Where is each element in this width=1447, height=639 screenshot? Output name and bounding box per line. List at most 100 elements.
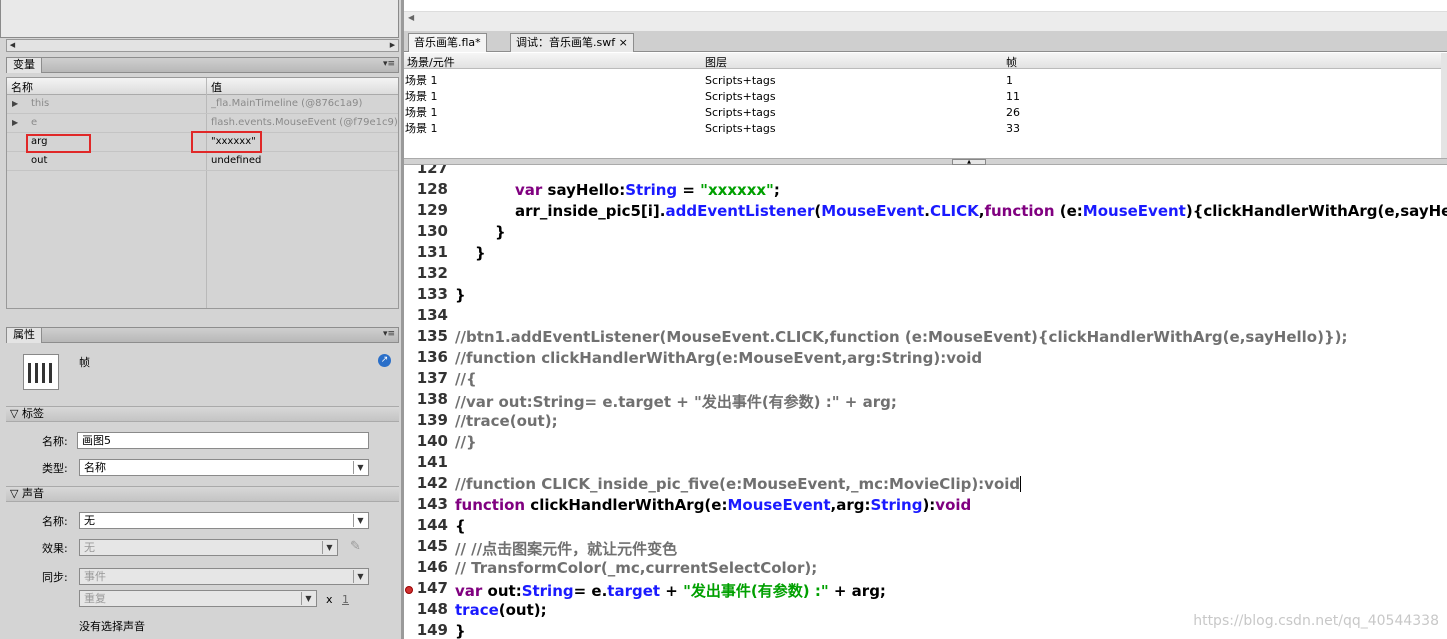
line-number[interactable]: 142 <box>404 474 448 492</box>
repeat-count[interactable]: 1 <box>342 593 349 606</box>
editor-area: ◀ 音乐画笔.fla* 调试：音乐画笔.swf × 场景/元件 图层 帧 场景 … <box>404 0 1447 639</box>
line-number[interactable]: 143 <box>404 495 448 513</box>
variable-row-this[interactable]: ▶ this _fla.MainTimeline (@876c1a9) <box>7 95 398 114</box>
code-line: trace(out); <box>455 601 547 619</box>
scroll-right-arrow-icon[interactable]: ▶ <box>387 40 398 51</box>
scroll-left-arrow-icon[interactable]: ◀ <box>7 40 18 51</box>
line-number[interactable]: 127 <box>404 165 448 177</box>
line-number[interactable]: 131 <box>404 243 448 261</box>
cell-layer: Scripts+tags <box>705 122 776 135</box>
variable-value: _fla.MainTimeline (@876c1a9) <box>211 98 363 109</box>
line-number[interactable]: 146 <box>404 558 448 576</box>
cell-layer: Scripts+tags <box>705 106 776 119</box>
variable-row-out[interactable]: out undefined <box>7 152 398 171</box>
code-line: var sayHello:String = "xxxxxx"; <box>515 181 780 199</box>
document-tabs: 音乐画笔.fla* 调试：音乐画笔.swf × <box>404 31 1447 52</box>
collapse-arrow-icon[interactable]: ◀ <box>408 13 414 22</box>
label-section-header[interactable]: ▽ 标签 <box>6 406 399 422</box>
tab-fla-document[interactable]: 音乐画笔.fla* <box>408 33 487 52</box>
frame-name-input[interactable]: 画图5 <box>77 432 369 449</box>
line-number[interactable]: 133 <box>404 285 448 303</box>
line-number-gutter: 127 128 129 130 131 132 133 134 135 136 137 138 139 1… <box>404 165 451 639</box>
code-line: } <box>475 244 486 262</box>
breakpoint-table-header: 场景/元件 图层 帧 <box>404 53 1447 69</box>
panel-menu-icon[interactable]: ▾≡ <box>383 329 395 339</box>
line-number[interactable]: 148 <box>404 600 448 618</box>
tab-debug-swf[interactable]: 调试：音乐画笔.swf × <box>510 33 634 52</box>
line-number[interactable]: 149 <box>404 621 448 639</box>
sync-select: 事件 ▼ <box>79 568 369 585</box>
code-line: function clickHandlerWithArg(e:MouseEven… <box>455 496 972 514</box>
top-left-blank-panel <box>0 0 399 38</box>
table-scrollbar[interactable] <box>1441 53 1447 158</box>
type-label: 类型: <box>42 462 68 475</box>
expand-arrow-icon[interactable]: ▶ <box>12 114 18 131</box>
line-number[interactable]: 141 <box>404 453 448 471</box>
line-number[interactable]: 139 <box>404 411 448 429</box>
tab-properties[interactable]: 属性 <box>7 328 42 343</box>
line-number[interactable]: 136 <box>404 348 448 366</box>
code-line: // //点击图案元件，就让元件变色 <box>455 540 678 558</box>
section-title: 声音 <box>21 487 44 500</box>
sound-section-header[interactable]: ▽ 声音 <box>6 486 399 502</box>
frame-icon <box>23 354 59 390</box>
select-value: 事件 <box>84 570 106 583</box>
effect-label: 效果: <box>42 542 68 555</box>
top-strip-toolbar <box>404 12 1447 31</box>
tab-label: 音乐画笔.fla* <box>414 36 481 49</box>
cell-scene: 场景 1 <box>405 106 438 119</box>
code-line: { <box>455 517 466 535</box>
horizontal-scrollbar[interactable]: ◀ ▶ <box>6 39 399 52</box>
sound-name-select[interactable]: 无 ▼ <box>79 512 369 529</box>
code-line: //trace(out); <box>455 412 558 430</box>
line-number[interactable]: 128 <box>404 180 448 198</box>
variable-name: out <box>31 155 48 166</box>
line-number[interactable]: 138 <box>404 390 448 408</box>
panel-menu-icon[interactable]: ▾≡ <box>383 59 395 69</box>
column-value[interactable]: 值 <box>211 79 222 95</box>
line-number[interactable]: 132 <box>404 264 448 282</box>
line-number[interactable]: 144 <box>404 516 448 534</box>
code-editor[interactable]: 127 128 129 130 131 132 133 134 135 136 137 138 139 1… <box>404 165 1447 639</box>
name-label: 名称: <box>42 435 68 448</box>
cell-frame: 1 <box>1006 74 1013 87</box>
sound-name-label: 名称: <box>42 515 68 528</box>
line-number[interactable]: 135 <box>404 327 448 345</box>
cell-frame: 26 <box>1006 106 1020 119</box>
line-number[interactable]: 140 <box>404 432 448 450</box>
code-line: //{ <box>455 370 477 388</box>
variables-panel-header: 变量 ▾≡ <box>6 57 399 73</box>
line-number[interactable]: 130 <box>404 222 448 240</box>
cell-frame: 33 <box>1006 122 1020 135</box>
expand-arrow-icon[interactable]: ▶ <box>12 95 18 112</box>
code-line: // TransformColor(_mc,currentSelectColor… <box>455 559 818 577</box>
close-icon[interactable]: × <box>619 36 628 49</box>
column-frame[interactable]: 帧 <box>1006 54 1017 70</box>
highlight-box-arg-name <box>26 134 91 153</box>
chevron-down-icon: ▼ <box>322 541 336 554</box>
chevron-down-icon[interactable]: ▼ <box>353 514 367 527</box>
code-line: //var out:String= e.target + "发出事件(有参数) … <box>455 393 897 411</box>
column-name[interactable]: 名称 <box>11 79 33 95</box>
variable-value: flash.events.MouseEvent (@f79e1c9) <box>211 117 397 128</box>
column-layer[interactable]: 图层 <box>705 54 727 70</box>
help-link-icon[interactable]: ↗ <box>378 354 391 367</box>
line-number[interactable]: 129 <box>404 201 448 219</box>
code-line: //} <box>455 433 477 451</box>
code-line: //function clickHandlerWithArg(e:MouseEv… <box>455 349 983 367</box>
line-number[interactable]: 134 <box>404 306 448 324</box>
line-number[interactable]: 145 <box>404 537 448 555</box>
repeat-x-label: x <box>326 593 333 606</box>
watermark-text: https://blog.csdn.net/qq_40544338 <box>1193 613 1439 629</box>
chevron-down-icon[interactable]: ▼ <box>353 461 367 474</box>
select-value: 重复 <box>84 592 106 605</box>
variables-grid: 名称 值 ▶ this _fla.MainTimeline (@876c1a9)… <box>6 77 399 309</box>
label-type-select[interactable]: 名称 ▼ <box>79 459 369 476</box>
pane-splitter[interactable]: ▲ <box>404 158 1447 165</box>
line-number[interactable]: 137 <box>404 369 448 387</box>
breakpoint-marker-icon[interactable] <box>405 586 413 594</box>
column-scene[interactable]: 场景/元件 <box>407 54 455 70</box>
tab-variables[interactable]: 变量 <box>7 58 42 73</box>
code-line: //function CLICK_inside_pic_five(e:Mouse… <box>455 475 1022 493</box>
cell-scene: 场景 1 <box>405 74 438 87</box>
